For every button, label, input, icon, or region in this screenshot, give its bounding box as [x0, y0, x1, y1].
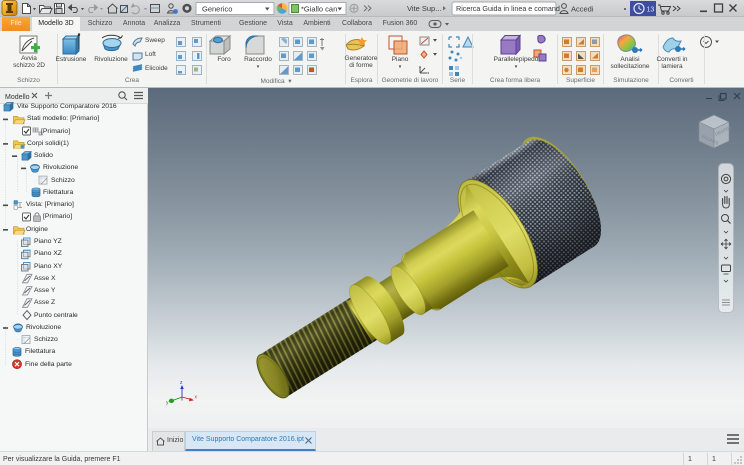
svg-text:x: x: [195, 395, 198, 401]
svg-text:Ricerca Guida in linea e coman: Ricerca Guida in linea e comand: [456, 4, 560, 13]
svg-text:Vite Sup...: Vite Sup...: [407, 4, 441, 13]
svg-text:Accedi: Accedi: [571, 5, 594, 14]
svg-text:z: z: [180, 380, 183, 386]
svg-text:y: y: [166, 400, 169, 406]
svg-text:*Giallo can: *Giallo can: [301, 5, 337, 14]
svg-text:13: 13: [647, 7, 655, 14]
svg-text:Generico: Generico: [202, 5, 232, 14]
